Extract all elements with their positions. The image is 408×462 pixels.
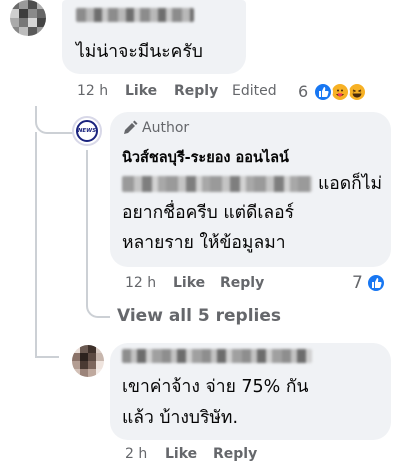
mentioned-name-redacted[interactable] [122,176,312,192]
author-badge: Author [122,120,189,136]
like-button[interactable]: Like [165,446,197,462]
reply-text-line1: แอดก็ไม่ [318,174,383,194]
reply-button[interactable]: Reply [213,446,257,462]
comment-bubble: เขาค่าจ้าง จ่าย 75% กัน แล้ว บ้างบริษัท. [110,343,391,440]
reply-time[interactable]: 12 h [125,275,156,291]
commenter-avatar[interactable] [72,345,104,377]
reply-button[interactable]: Reply [174,83,218,99]
commenter-name-redacted[interactable] [76,8,194,22]
thread-line-replies [86,150,110,318]
like-button[interactable]: Like [173,275,205,291]
author-reply-bubble: Author นิวส์ชลบุรี-ระยอง ออนไลน์ แอดก็ไม… [110,112,391,267]
like-button[interactable]: Like [125,83,157,99]
haha-icon [347,82,367,102]
love-care-icon [330,82,350,102]
reply-text-line3: หลายราย ให้ข้อมูลมา [122,233,286,253]
comment-text-line2: แล้ว บ้างบริษัท. [122,408,239,428]
thread-line [35,132,39,356]
reply-text-line2: อยากชื่อครีบ แต่ดีเลอร์ [122,203,294,223]
page-avatar[interactable]: NEWS [72,116,102,146]
reaction-count[interactable]: 7 [352,273,363,293]
commenter-avatar[interactable] [10,0,46,36]
comment-time[interactable]: 2 h [125,446,147,462]
thread-line [35,106,73,134]
author-badge-label: Author [142,120,190,136]
commenter-name-redacted[interactable] [122,349,312,363]
reaction-count[interactable]: 6 [298,82,308,101]
view-all-replies-link[interactable]: View all 5 replies [117,306,281,326]
edited-label[interactable]: Edited [232,83,277,99]
like-icon[interactable] [366,273,386,293]
comment-time[interactable]: 12 h [77,83,108,99]
comment-text: ไม่น่าจะมีนะครับ [76,42,203,62]
pen-icon [124,120,138,134]
thread-line [35,340,59,358]
news-logo-text: NEWS [77,128,97,134]
comment-text-line1: เขาค่าจ้าง จ่าย 75% กัน [122,377,309,397]
reply-button[interactable]: Reply [220,275,264,291]
like-icon [313,82,333,102]
page-name[interactable]: นิวส์ชลบุรี-ระยอง ออนไลน์ [122,146,289,169]
comment-bubble: ไม่น่าจะมีนะครับ [62,0,246,74]
